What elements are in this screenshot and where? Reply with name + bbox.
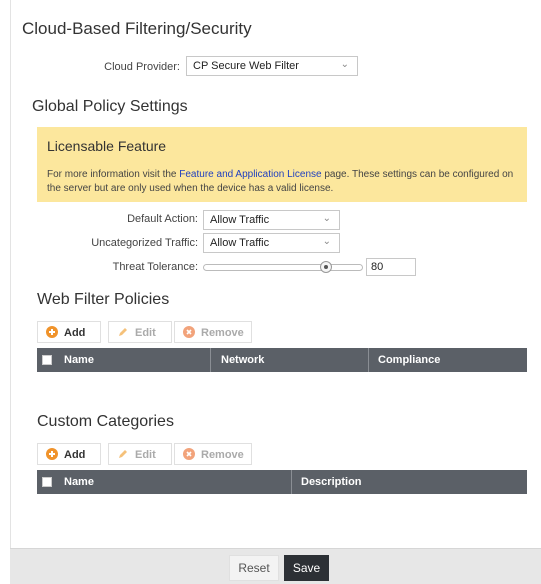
notice-text-before: For more information visit the bbox=[47, 169, 180, 180]
edit-label: Edit bbox=[135, 327, 156, 339]
chevron-down-icon: ⌄ bbox=[340, 59, 349, 70]
chevron-down-icon: ⌄ bbox=[322, 236, 331, 247]
uncategorized-select[interactable]: Allow Traffic ⌄ bbox=[203, 233, 340, 253]
reset-button[interactable]: Reset bbox=[229, 555, 279, 581]
custom-remove-button[interactable]: Remove bbox=[174, 443, 252, 465]
add-label: Add bbox=[64, 327, 86, 339]
add-icon bbox=[46, 326, 58, 338]
web-filter-remove-button[interactable]: Remove bbox=[174, 321, 252, 343]
remove-icon bbox=[183, 448, 195, 460]
add-icon bbox=[46, 448, 58, 460]
default-action-select[interactable]: Allow Traffic ⌄ bbox=[203, 210, 340, 230]
custom-add-button[interactable]: Add bbox=[37, 443, 101, 465]
web-filter-table-header: Name Network Compliance bbox=[37, 348, 527, 372]
page-title: Cloud-Based Filtering/Security bbox=[22, 19, 252, 38]
add-label: Add bbox=[64, 449, 86, 461]
select-all-checkbox[interactable] bbox=[42, 477, 52, 487]
remove-label: Remove bbox=[201, 449, 244, 461]
web-filter-add-button[interactable]: Add bbox=[37, 321, 101, 343]
threat-tolerance-label: Threat Tolerance: bbox=[112, 261, 198, 273]
cloud-provider-value: CP Secure Web Filter bbox=[193, 60, 299, 72]
col-compliance[interactable]: Compliance bbox=[378, 354, 440, 366]
uncategorized-value: Allow Traffic bbox=[210, 237, 270, 249]
cloud-provider-select[interactable]: CP Secure Web Filter ⌄ bbox=[186, 56, 358, 76]
license-link[interactable]: Feature and Application License bbox=[179, 169, 321, 180]
pencil-icon bbox=[119, 450, 127, 458]
default-action-value: Allow Traffic bbox=[210, 214, 270, 226]
custom-categories-title: Custom Categories bbox=[37, 413, 174, 430]
uncategorized-label: Uncategorized Traffic: bbox=[91, 237, 198, 249]
threat-tolerance-slider[interactable] bbox=[203, 264, 363, 271]
licensable-notice: Licensable Feature For more information … bbox=[37, 127, 527, 202]
custom-edit-button[interactable]: Edit bbox=[108, 443, 172, 465]
save-button[interactable]: Save bbox=[284, 555, 329, 581]
default-action-label: Default Action: bbox=[127, 213, 198, 225]
col-description[interactable]: Description bbox=[301, 476, 362, 488]
threat-tolerance-input[interactable]: 80 bbox=[366, 258, 416, 276]
web-filter-edit-button[interactable]: Edit bbox=[108, 321, 172, 343]
col-name[interactable]: Name bbox=[64, 476, 94, 488]
select-all-checkbox[interactable] bbox=[42, 355, 52, 365]
notice-title: Licensable Feature bbox=[47, 138, 167, 154]
remove-icon bbox=[183, 326, 195, 338]
notice-text: For more information visit the Feature a… bbox=[47, 168, 517, 196]
col-name[interactable]: Name bbox=[64, 354, 94, 366]
pencil-icon bbox=[119, 328, 127, 336]
edit-label: Edit bbox=[135, 449, 156, 461]
cloud-provider-label: Cloud Provider: bbox=[104, 61, 180, 73]
custom-categories-table-header: Name Description bbox=[37, 470, 527, 494]
global-policy-title: Global Policy Settings bbox=[32, 98, 188, 115]
col-network[interactable]: Network bbox=[221, 354, 264, 366]
slider-thumb[interactable] bbox=[320, 261, 332, 273]
web-filter-title: Web Filter Policies bbox=[37, 291, 170, 308]
remove-label: Remove bbox=[201, 327, 244, 339]
chevron-down-icon: ⌄ bbox=[322, 213, 331, 224]
